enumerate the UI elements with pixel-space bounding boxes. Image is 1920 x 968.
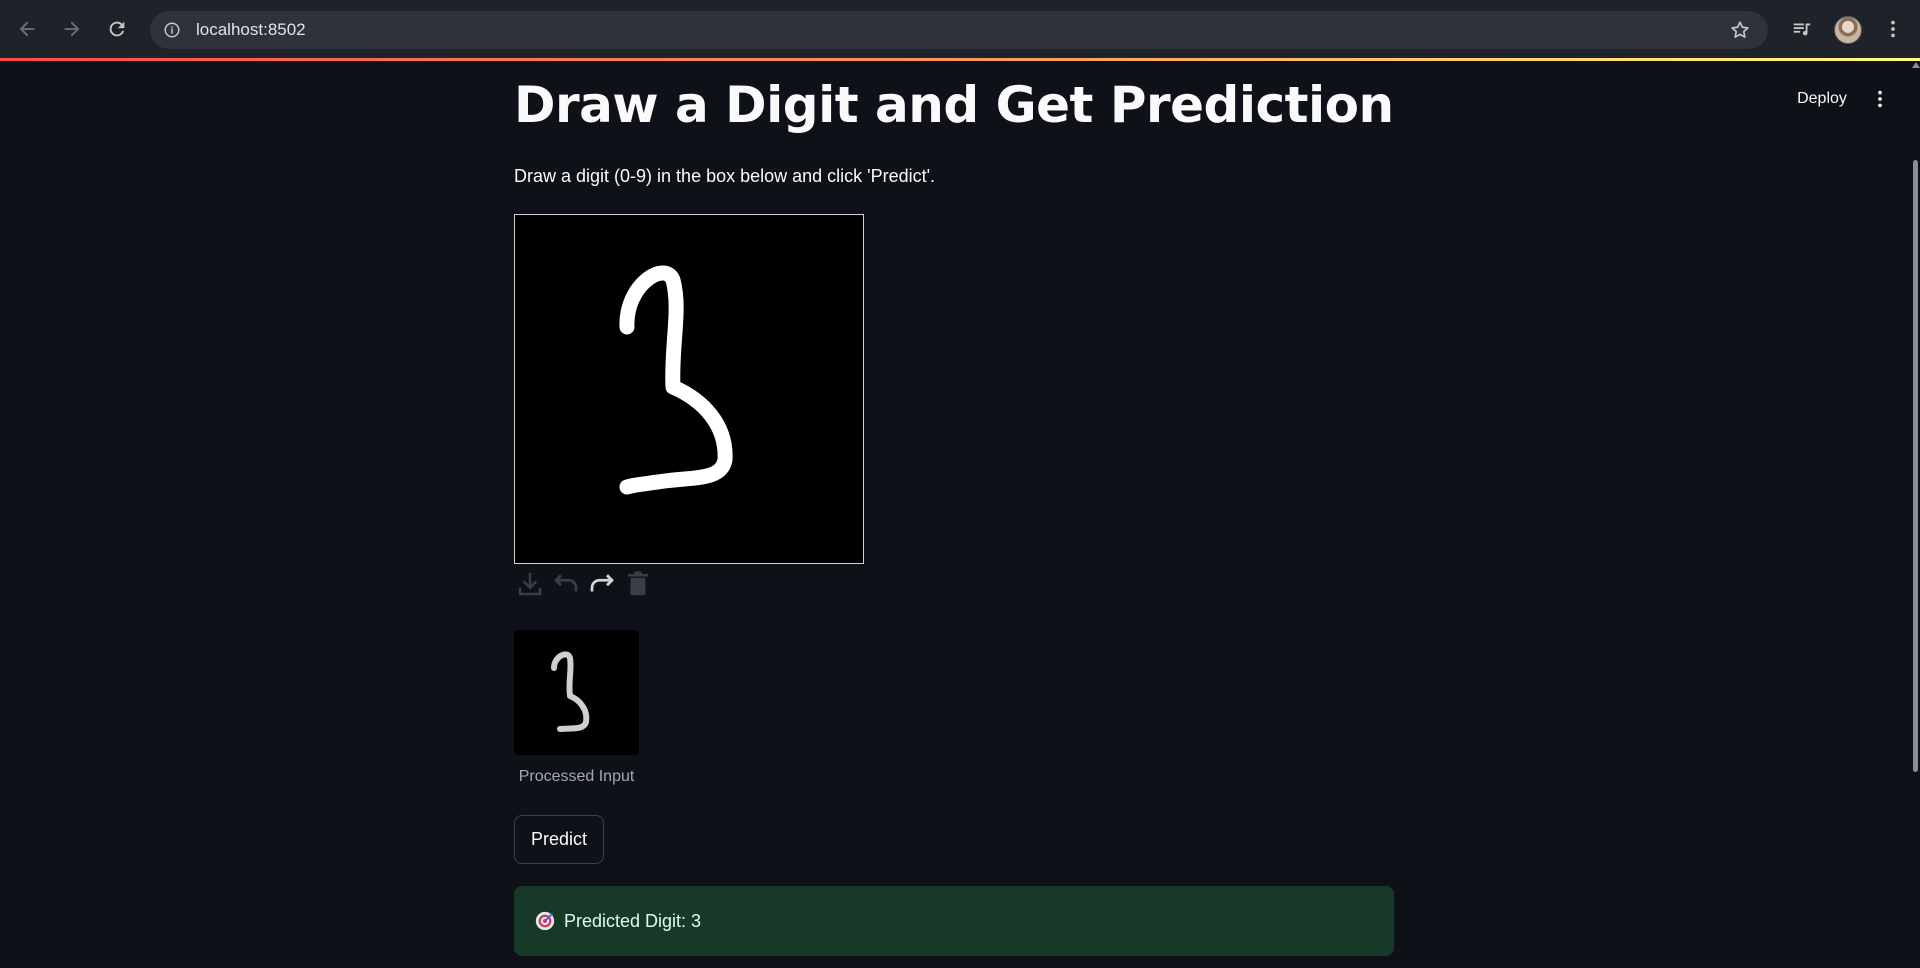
scroll-up-arrow[interactable] (1912, 62, 1920, 68)
prediction-result-alert: Predicted Digit: 3 (514, 886, 1394, 956)
predict-button[interactable]: Predict (514, 815, 604, 864)
decoration-bar (0, 58, 1920, 61)
canvas-toolbar (514, 568, 654, 602)
clear-button[interactable] (622, 568, 654, 600)
site-info-button[interactable] (158, 16, 186, 44)
reload-button[interactable] (100, 12, 134, 46)
download-button[interactable] (514, 568, 546, 600)
url-text[interactable]: localhost:8502 (196, 20, 306, 40)
arrow-right-icon (64, 21, 80, 37)
forward-button[interactable] (55, 12, 89, 46)
media-queue-button[interactable] (1785, 12, 1819, 46)
undo-icon (554, 574, 578, 592)
arrow-left-icon (19, 21, 35, 37)
trash-icon (628, 571, 648, 596)
redo-icon (590, 574, 614, 592)
kebab-menu-icon (1878, 90, 1882, 108)
reload-icon (109, 21, 125, 37)
app-menu-button[interactable] (1868, 84, 1892, 114)
target-icon (534, 910, 556, 932)
drawing-canvas[interactable] (514, 214, 864, 564)
processed-input-caption: Processed Input (518, 768, 635, 785)
profile-avatar[interactable] (1834, 16, 1862, 44)
processed-digit (551, 651, 590, 732)
kebab-menu-icon (1891, 20, 1895, 38)
scrollbar-thumb[interactable] (1913, 160, 1918, 772)
browser-menu-button[interactable] (1876, 12, 1910, 46)
star-icon (1731, 21, 1749, 38)
site-info-icon (164, 22, 180, 38)
bookmark-button[interactable] (1726, 16, 1754, 44)
undo-button[interactable] (550, 568, 582, 600)
instructions-text: Draw a digit (0-9) in the box below and … (514, 166, 936, 186)
drawn-digit-stroke (619, 265, 733, 495)
processed-input-image (514, 630, 639, 755)
page-title: Draw a Digit and Get Prediction (514, 76, 1394, 134)
download-icon (518, 572, 542, 596)
redo-button[interactable] (586, 568, 618, 600)
prediction-result-text: Predicted Digit: 3 (564, 910, 702, 931)
browser-toolbar: localhost:8502 (0, 0, 1920, 60)
deploy-button[interactable]: Deploy (1788, 84, 1856, 114)
back-button[interactable] (10, 12, 44, 46)
address-bar[interactable]: localhost:8502 (150, 11, 1768, 49)
media-queue-icon (1793, 23, 1811, 36)
